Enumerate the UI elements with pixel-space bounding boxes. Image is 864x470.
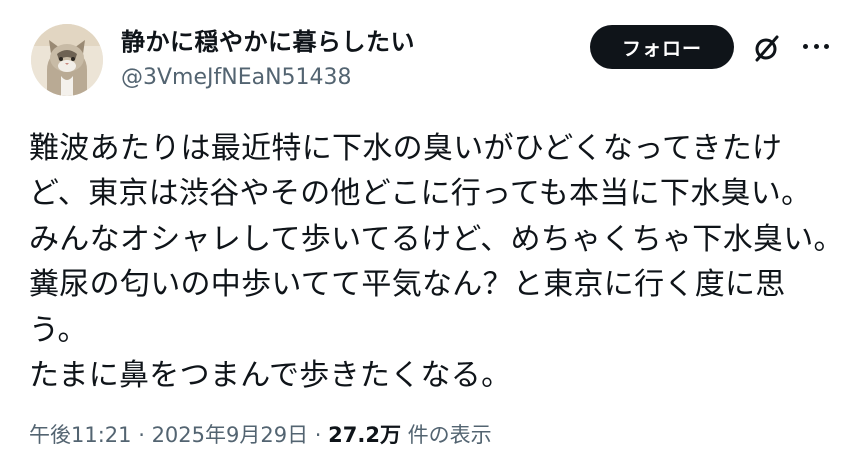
tweet-text: 難波あたりは最近特に下水の臭いがひどくなってきたけ ど、東京は渋谷やその他どこに… [29,126,844,398]
grok-icon[interactable] [752,33,782,63]
tweet-text-line: ど、東京は渋谷やその他どこに行っても本当に下水臭い。 [29,176,812,212]
tweet-text-line: 難波あたりは最近特に下水の臭いがひどくなってきたけ [29,131,783,166]
separator: · [308,423,329,447]
follow-button[interactable]: フォロー [590,25,734,69]
tweet-text-line: 糞尿の匂いの中歩いてて平気なん？と東京に行く度に思 [29,267,786,303]
author-display-name[interactable]: 静かに穏やかに暮らしたい [121,27,415,57]
dot [803,43,808,49]
dot [824,43,829,49]
author-avatar[interactable] [31,24,103,96]
views-label: 件の表示 [400,423,492,447]
tweet-text-line: みんなオシャレして歩いてるけど、めちゃくちゃ下水臭い。 [29,221,844,257]
more-dots-icon[interactable] [800,30,832,62]
tweet-date[interactable]: 2025年9月29日 [152,423,309,447]
tweet-card: 静かに穏やかに暮らしたい @3VmeJfNEaN51438 フォロー 難波あたり… [0,0,864,470]
tweet-text-line: たまに鼻をつまんで歩きたくなる。 [29,358,512,394]
views-count: 27.2万 [328,423,401,447]
dot [813,43,819,49]
tweet-time[interactable]: 午後11:21 [29,423,132,447]
author-handle[interactable]: @3VmeJfNEaN51438 [121,64,352,92]
cat-avatar-icon [31,24,103,96]
separator: · [131,423,152,447]
tweet-meta: 午後11:21 · 2025年9月29日 · 27.2万 件の表示 [29,421,492,449]
tweet-text-line: う。 [29,312,88,348]
